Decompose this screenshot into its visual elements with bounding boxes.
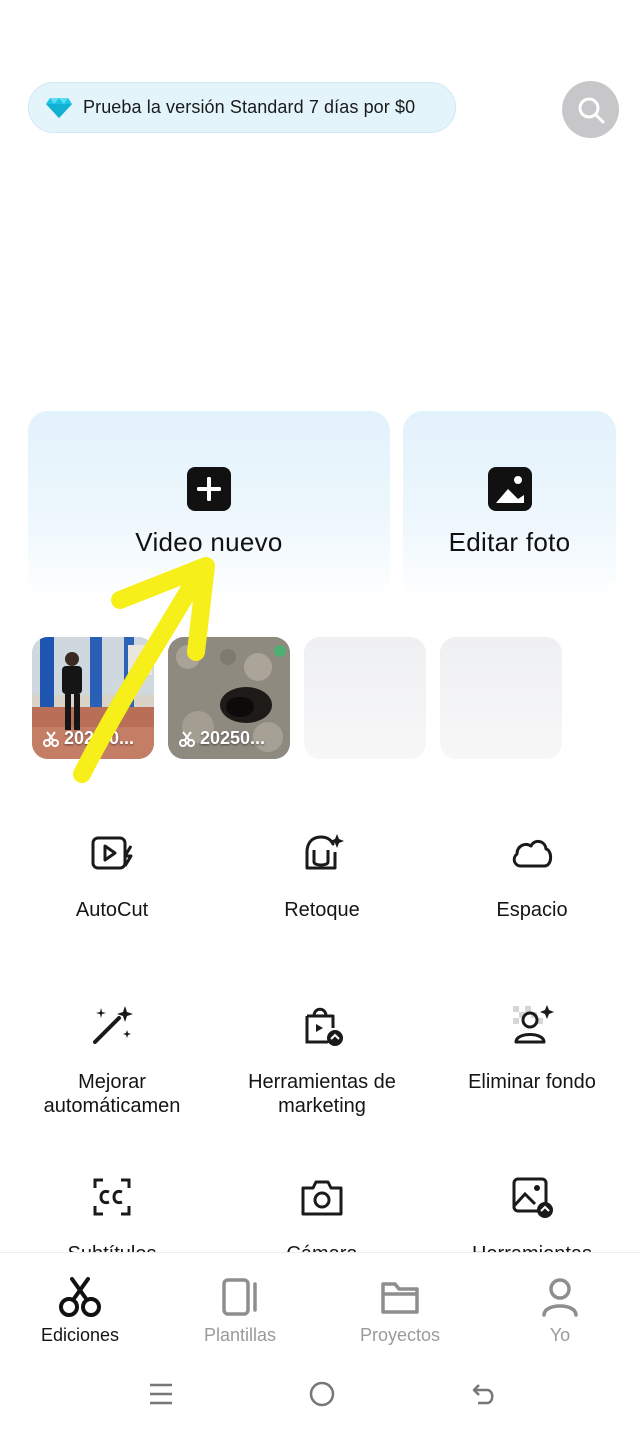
- empty-project-slot: [440, 637, 562, 759]
- retouch-icon: [305, 834, 344, 870]
- promo-text: Prueba la versión Standard 7 días por $0: [83, 97, 416, 117]
- nav-label: Proyectos: [359, 1325, 441, 1345]
- camera-icon: [301, 1180, 343, 1216]
- tool-label: Espacio: [496, 899, 568, 921]
- nav-label: Plantillas: [203, 1325, 277, 1345]
- scissors-icon: [179, 730, 195, 747]
- back-arrow-icon: [472, 1384, 494, 1405]
- home-button[interactable]: [302, 1374, 342, 1414]
- recent-project-thumbnail[interactable]: 20250...: [168, 637, 290, 759]
- recent-project-thumbnail[interactable]: 2025 0...: [32, 637, 154, 759]
- diamond-icon: [46, 97, 72, 118]
- back-button[interactable]: [464, 1374, 504, 1414]
- recent-project-caption: 2025 0...: [42, 728, 134, 749]
- nav-item-ediciones[interactable]: Ediciones: [0, 1253, 160, 1356]
- autocut-icon: [91, 836, 133, 870]
- tool-remove-background[interactable]: Eliminar fondo: [437, 1002, 627, 1094]
- search-button[interactable]: [562, 81, 619, 138]
- captions-icon: [93, 1178, 131, 1216]
- nav-label: Ediciones: [40, 1325, 120, 1345]
- nav-item-proyectos[interactable]: Proyectos: [320, 1253, 480, 1356]
- menu-icon: [150, 1383, 172, 1405]
- empty-project-slot: [304, 637, 426, 759]
- recent-projects-row: 2025 0... 20250...: [32, 637, 562, 759]
- nav-label: Yo: [549, 1325, 571, 1345]
- tool-label: Retoque: [284, 899, 360, 921]
- person-icon: [542, 1278, 578, 1317]
- scissors-icon: [43, 730, 59, 747]
- tool-marketing[interactable]: Herramientas de marketing: [227, 1002, 417, 1118]
- new-video-label: Video nuevo: [135, 527, 283, 557]
- tool-auto-enhance[interactable]: Mejorar automáticamen: [17, 1002, 207, 1118]
- plus-square-icon: [187, 467, 231, 511]
- shopping-bag-icon: [305, 1007, 343, 1046]
- photo-icon: [487, 467, 532, 511]
- nav-item-plantillas[interactable]: Plantillas: [160, 1253, 320, 1356]
- recent-project-name: 2025 0...: [64, 728, 135, 748]
- nav-item-yo[interactable]: Yo: [480, 1253, 640, 1356]
- tool-label: Mejorar automáticamen: [43, 1071, 181, 1117]
- tool-label: Herramientas de marketing: [248, 1071, 396, 1117]
- tool-label: Eliminar fondo: [468, 1071, 596, 1093]
- recent-project-name: 20250...: [200, 728, 266, 748]
- search-icon: [578, 97, 604, 123]
- image-tools-icon: [512, 1177, 553, 1218]
- folder-icon: [381, 1282, 419, 1314]
- system-navigation-bar: [0, 1356, 640, 1433]
- tool-label: AutoCut: [75, 899, 149, 921]
- bottom-navigation: Ediciones Plantillas Proyectos Yo: [0, 1252, 640, 1356]
- tool-autocut[interactable]: AutoCut: [17, 830, 207, 922]
- templates-icon: [222, 1278, 257, 1316]
- edit-photo-label: Editar foto: [448, 527, 571, 557]
- recent-apps-button[interactable]: [141, 1374, 181, 1414]
- new-video-card[interactable]: Video nuevo: [28, 411, 390, 601]
- magic-wand-icon: [93, 1006, 133, 1044]
- cloud-icon: [512, 840, 553, 868]
- trial-promo-banner[interactable]: Prueba la versión Standard 7 días por $0: [28, 82, 456, 133]
- recent-project-caption: 20250...: [178, 728, 265, 749]
- scissors-icon: [59, 1277, 101, 1317]
- tool-cloud-space[interactable]: Espacio: [437, 830, 627, 922]
- home-circle-icon: [309, 1381, 335, 1407]
- tool-retouch[interactable]: Retoque: [227, 830, 417, 922]
- edit-photo-card[interactable]: Editar foto: [403, 411, 616, 601]
- remove-background-icon: [513, 1005, 554, 1044]
